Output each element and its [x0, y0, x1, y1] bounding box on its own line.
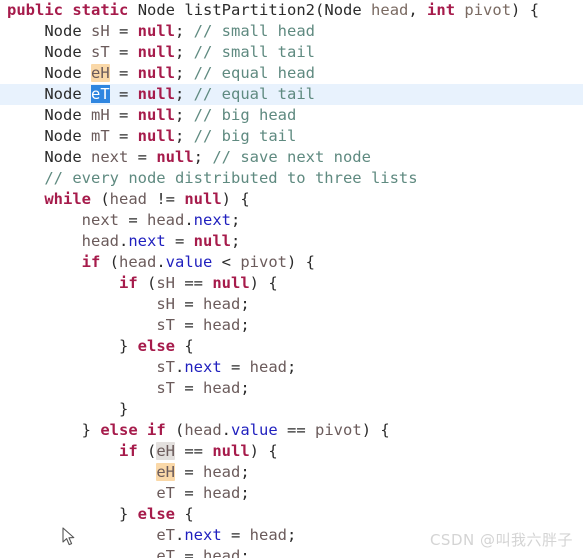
code-line[interactable]: head.next = null; [0, 231, 583, 252]
code-line[interactable]: Node sT = null; // small tail [0, 42, 583, 63]
code-lines-container[interactable]: public static Node listPartition2(Node h… [0, 0, 583, 558]
code-line[interactable]: sT = head; [0, 378, 583, 399]
code-line[interactable]: Node mH = null; // big head [0, 105, 583, 126]
code-line[interactable]: } else if (head.value == pivot) { [0, 420, 583, 441]
comment: // equal tail [193, 85, 315, 103]
keyword-else: else [100, 421, 138, 439]
code-editor[interactable]: public static Node listPartition2(Node h… [0, 0, 583, 558]
keyword-int: int [427, 1, 456, 19]
selected-text-eT[interactable]: eT [91, 85, 110, 103]
keyword-if: if [147, 421, 166, 439]
code-line[interactable]: next = head.next; [0, 210, 583, 231]
code-line[interactable]: public static Node listPartition2(Node h… [0, 0, 583, 21]
keyword-if: if [118, 274, 138, 292]
var-mH: mH [91, 106, 110, 124]
keyword-else: else [137, 337, 175, 355]
comment: // equal head [193, 64, 315, 82]
var-next: next [91, 148, 129, 166]
var-eH-highlighted[interactable]: eH [156, 463, 175, 481]
code-line[interactable]: if (head.value < pivot) { [0, 252, 583, 273]
code-line[interactable]: } else { [0, 504, 583, 525]
comment: // big head [193, 106, 297, 124]
code-line[interactable]: while (head != null) { [0, 189, 583, 210]
code-line[interactable]: } [0, 399, 583, 420]
field-next: next [193, 211, 231, 229]
comment: // save next node [212, 148, 371, 166]
code-line[interactable]: eH = head; [0, 462, 583, 483]
code-line[interactable]: sH = head; [0, 294, 583, 315]
param-pivot: pivot [464, 1, 512, 19]
param-head: head [371, 1, 409, 19]
field-value: value [165, 253, 213, 271]
var-sH: sH [91, 22, 110, 40]
code-line[interactable]: // every node distributed to three lists [0, 168, 583, 189]
keyword-public: public [7, 1, 63, 19]
code-line[interactable]: } else { [0, 336, 583, 357]
comment: // every node distributed to three lists [44, 169, 418, 187]
var-eT: eT [156, 547, 175, 558]
field-next: next [184, 526, 222, 544]
field-value: value [231, 421, 278, 439]
code-line[interactable]: if (eH == null) { [0, 441, 583, 462]
method-name: listPartition2 [184, 1, 316, 19]
field-next: next [128, 232, 166, 250]
var-mT: mT [91, 127, 110, 145]
keyword-static: static [72, 1, 129, 19]
code-line-current[interactable]: Node eT = null; // equal tail [0, 84, 583, 105]
keyword-while: while [44, 190, 91, 208]
code-line[interactable]: if (sH == null) { [0, 273, 583, 294]
code-line[interactable]: sT = head; [0, 315, 583, 336]
code-line[interactable]: Node eH = null; // equal head [0, 63, 583, 84]
comment: // small tail [193, 43, 315, 61]
field-next: next [184, 358, 222, 376]
keyword-else: else [137, 505, 175, 523]
var-eT: eT [156, 526, 175, 544]
code-line[interactable]: Node mT = null; // big tail [0, 126, 583, 147]
var-eT: eT [156, 484, 175, 502]
var-eH-highlighted[interactable]: eH [91, 64, 110, 82]
comment: // small head [193, 22, 315, 40]
code-line[interactable]: eT = head; [0, 483, 583, 504]
var-eH-highlighted[interactable]: eH [156, 442, 175, 460]
code-line[interactable]: eT = head; [0, 546, 583, 558]
code-line[interactable]: Node next = null; // save next node [0, 147, 583, 168]
var-sT: sT [91, 43, 110, 61]
code-line[interactable]: Node sH = null; // small head [0, 21, 583, 42]
keyword-if: if [81, 253, 101, 271]
keyword-if: if [118, 442, 138, 460]
code-line[interactable]: eT.next = head; [0, 525, 583, 546]
code-line[interactable]: sT.next = head; [0, 357, 583, 378]
comment: // big tail [193, 127, 297, 145]
type-node: Node [137, 1, 176, 19]
